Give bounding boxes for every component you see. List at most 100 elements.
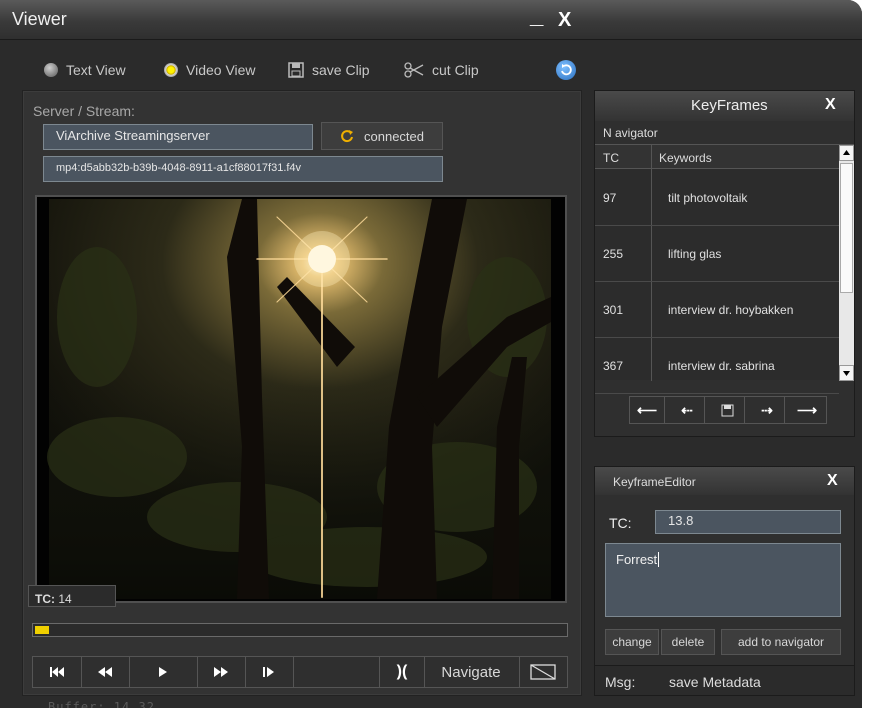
scroll-up-button[interactable] bbox=[839, 145, 854, 161]
add-to-navigator-button[interactable]: add to navigator bbox=[721, 629, 841, 655]
column-keywords: Keywords bbox=[659, 151, 712, 165]
save-keyframes-button[interactable] bbox=[710, 397, 745, 423]
connection-status: connected bbox=[364, 128, 424, 144]
navigator-buttons: ⟵ ⇠ ⇢ ⟶ bbox=[629, 396, 827, 424]
window-title: Viewer bbox=[12, 9, 67, 29]
fast-forward-button[interactable] bbox=[197, 657, 246, 687]
fullscreen-button[interactable] bbox=[519, 657, 567, 687]
video-frame[interactable] bbox=[35, 195, 567, 603]
keyframe-editor-header: KeyframeEditor X bbox=[595, 467, 854, 495]
connection-button[interactable]: connected bbox=[321, 122, 443, 150]
first-keyframe-button[interactable]: ⟵ bbox=[630, 397, 665, 423]
keyframes-close-button[interactable]: X bbox=[825, 96, 836, 114]
view-toolbar: Text View Video View save Clip cut Clip bbox=[0, 52, 590, 88]
server-field[interactable]: ViArchive Streamingserver bbox=[43, 124, 313, 150]
keyframe-editor-close-button[interactable]: X bbox=[827, 472, 838, 490]
floppy-icon bbox=[288, 62, 304, 78]
keyframe-editor-title: KeyframeEditor bbox=[613, 475, 696, 489]
navigator-list: TC Keywords 97 tilt photovoltaik 255 lif… bbox=[595, 144, 854, 394]
step-forward-icon bbox=[263, 667, 274, 677]
stream-id-field[interactable]: mp4:d5abb32b-b39b-4048-8911-a1cf88017f31… bbox=[43, 156, 443, 182]
editor-tc-label: TC: bbox=[609, 515, 632, 531]
timecode-display: TC: 14 bbox=[28, 585, 116, 607]
change-button[interactable]: change bbox=[605, 629, 659, 655]
split-icon: )( bbox=[396, 663, 408, 680]
rewind-button[interactable] bbox=[81, 657, 130, 687]
radio-off-icon bbox=[44, 63, 58, 77]
keyframes-pane: KeyFrames X N avigator TC Keywords 97 ti… bbox=[594, 90, 855, 437]
previous-keyframe-button[interactable]: ⇠ bbox=[670, 397, 705, 423]
refresh-icon bbox=[561, 64, 572, 76]
play-button[interactable] bbox=[129, 657, 198, 687]
save-clip-button[interactable]: save Clip bbox=[288, 62, 370, 78]
last-keyframe-button[interactable]: ⟶ bbox=[790, 397, 824, 423]
minimize-button[interactable]: _ bbox=[530, 2, 543, 30]
rewind-icon bbox=[98, 667, 112, 677]
fast-forward-icon bbox=[214, 667, 228, 677]
dotted-arrow-left-icon: ⇠ bbox=[681, 401, 693, 418]
arrow-right-icon: ⟶ bbox=[796, 401, 818, 418]
scroll-thumb[interactable] bbox=[840, 163, 853, 293]
keyframes-header: KeyFrames X bbox=[595, 91, 854, 121]
keyframe-keywords: interview dr. hoybakken bbox=[660, 281, 839, 338]
message-bar: Msg: save Metadata bbox=[595, 665, 854, 695]
editor-tc-input[interactable]: 13.8 bbox=[655, 510, 841, 534]
keyframe-tc: 255 bbox=[595, 225, 660, 282]
cut-clip-button[interactable]: cut Clip bbox=[404, 62, 479, 78]
delete-button[interactable]: delete bbox=[661, 629, 715, 655]
message-value: save Metadata bbox=[669, 674, 761, 690]
keyframe-tc: 301 bbox=[595, 281, 660, 338]
keyframe-keywords: interview dr. sabrina bbox=[660, 337, 839, 394]
fullscreen-icon bbox=[530, 664, 556, 680]
keyframe-row[interactable]: 97 tilt photovoltaik bbox=[595, 170, 839, 226]
keyframe-keywords: tilt photovoltaik bbox=[660, 170, 839, 226]
timecode-label: TC: bbox=[35, 592, 55, 606]
progress-bar[interactable] bbox=[32, 623, 568, 637]
navigator-header-row: TC Keywords bbox=[595, 145, 839, 381]
playback-controls: )( Navigate bbox=[32, 656, 568, 688]
navigator-label: N avigator bbox=[603, 126, 658, 140]
buffer-status: Buffer: 14.32 bbox=[48, 700, 155, 708]
scissors-icon bbox=[404, 62, 424, 78]
close-button[interactable]: X bbox=[558, 9, 571, 32]
text-cursor bbox=[658, 552, 660, 567]
keyframe-row[interactable]: 301 interview dr. hoybakken bbox=[595, 281, 839, 338]
next-keyframe-button[interactable]: ⇢ bbox=[750, 397, 785, 423]
keyframe-row[interactable]: 367 interview dr. sabrina bbox=[595, 337, 839, 394]
save-clip-label: save Clip bbox=[312, 62, 370, 78]
navigate-button[interactable]: Navigate bbox=[423, 657, 520, 687]
text-view-label: Text View bbox=[66, 62, 126, 78]
play-icon bbox=[159, 667, 167, 677]
forest-video-image bbox=[37, 197, 565, 601]
keyframe-row[interactable]: 255 lifting glas bbox=[595, 225, 839, 282]
keyframe-tc: 367 bbox=[595, 337, 660, 394]
arrow-down-icon bbox=[843, 371, 850, 376]
arrow-left-icon: ⟵ bbox=[636, 401, 658, 418]
keyframe-tc: 97 bbox=[595, 170, 660, 226]
progress-fill bbox=[35, 626, 49, 634]
video-view-label: Video View bbox=[186, 62, 256, 78]
viewer-window: Viewer _ X Text View Video View save Cli… bbox=[0, 0, 862, 708]
radio-on-icon bbox=[164, 63, 178, 77]
refresh-button[interactable] bbox=[556, 60, 576, 80]
navigator-scrollbar[interactable] bbox=[839, 145, 854, 381]
skip-start-button[interactable] bbox=[33, 657, 82, 687]
keyframe-editor-pane: KeyframeEditor X TC: 13.8 Forrest change… bbox=[594, 466, 855, 696]
editor-keywords-textarea[interactable]: Forrest bbox=[605, 543, 841, 617]
text-view-radio[interactable]: Text View bbox=[44, 62, 126, 78]
step-forward-button[interactable] bbox=[245, 657, 294, 687]
timecode-value: 14 bbox=[58, 592, 72, 606]
skip-start-icon bbox=[50, 667, 64, 677]
title-bar: Viewer _ X bbox=[0, 0, 862, 40]
keyframes-title: KeyFrames bbox=[691, 97, 768, 114]
floppy-icon bbox=[721, 404, 733, 416]
column-tc: TC bbox=[603, 151, 619, 165]
split-button[interactable]: )( bbox=[379, 657, 425, 687]
arrow-up-icon bbox=[843, 150, 850, 155]
reconnect-icon bbox=[341, 130, 353, 143]
dotted-arrow-right-icon: ⇢ bbox=[761, 401, 773, 418]
cut-clip-label: cut Clip bbox=[432, 62, 479, 78]
keyframe-rows: 97 tilt photovoltaik 255 lifting glas 30… bbox=[595, 170, 839, 394]
video-view-radio[interactable]: Video View bbox=[164, 62, 256, 78]
scroll-down-button[interactable] bbox=[839, 365, 854, 381]
